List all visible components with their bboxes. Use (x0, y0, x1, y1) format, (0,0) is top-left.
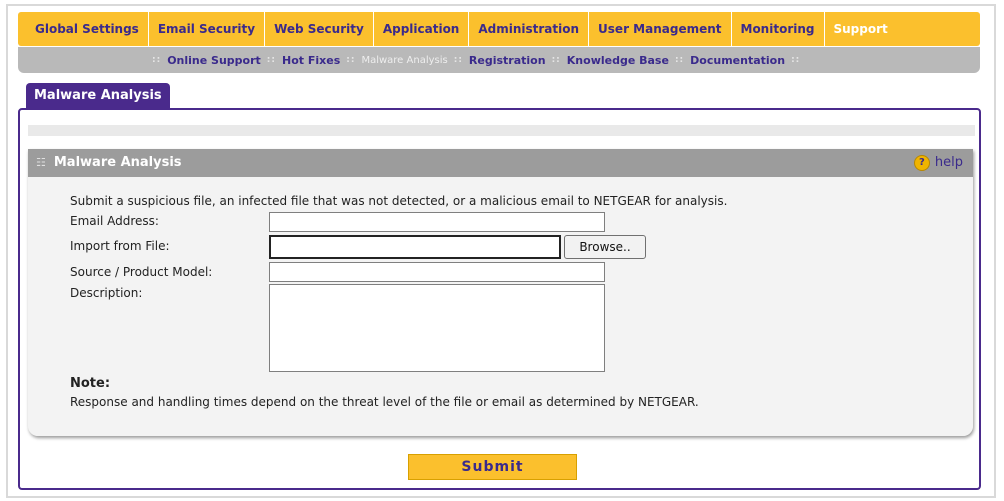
email-address-input[interactable] (269, 212, 605, 232)
nav-user-management[interactable]: User Management (589, 12, 732, 46)
description-textarea[interactable] (269, 284, 605, 372)
panel-header: ☷ Malware Analysis ? help (28, 149, 973, 177)
subnav-separator: :: (346, 55, 356, 65)
subnav-malware-analysis[interactable]: Malware Analysis (361, 55, 447, 66)
submit-button[interactable]: Submit (408, 454, 577, 480)
nav-administration[interactable]: Administration (469, 12, 590, 46)
intro-text: Submit a suspicious file, an infected fi… (70, 194, 728, 208)
source-product-model-input[interactable] (269, 262, 605, 282)
subnav-separator: :: (152, 55, 162, 65)
browse-button[interactable]: Browse.. (564, 235, 646, 259)
grip-icon: ☷ (36, 156, 46, 169)
nav-web-security[interactable]: Web Security (265, 12, 374, 46)
subnav-separator: :: (266, 55, 276, 65)
panel-title: Malware Analysis (53, 155, 182, 170)
description-label: Description: (70, 286, 143, 300)
top-navigation: Global Settings Email Security Web Secur… (18, 12, 980, 46)
email-address-label: Email Address: (70, 214, 159, 228)
sub-navigation: :: Online Support :: Hot Fixes :: Malwar… (18, 47, 980, 73)
nav-application[interactable]: Application (374, 12, 470, 46)
subnav-separator: :: (551, 55, 561, 65)
subnav-hot-fixes[interactable]: Hot Fixes (282, 54, 340, 67)
panel-body: Submit a suspicious file, an infected fi… (28, 177, 973, 436)
subnav-registration[interactable]: Registration (469, 54, 546, 67)
subnav-knowledge-base[interactable]: Knowledge Base (567, 54, 669, 67)
source-product-model-label: Source / Product Model: (70, 265, 213, 279)
subnav-separator: :: (674, 55, 685, 65)
message-strip (28, 125, 975, 136)
note-title: Note: (70, 376, 111, 391)
subnav-separator: :: (791, 55, 801, 65)
help-link[interactable]: ? help (913, 149, 963, 177)
note-text: Response and handling times depend on th… (70, 395, 699, 409)
import-file-input[interactable] (269, 235, 561, 259)
nav-support[interactable]: Support (824, 12, 897, 46)
subnav-separator: :: (453, 55, 463, 65)
import-from-file-label: Import from File: (70, 239, 170, 253)
nav-monitoring[interactable]: Monitoring (732, 12, 825, 46)
page-tab-malware-analysis[interactable]: Malware Analysis (26, 83, 170, 109)
subnav-documentation[interactable]: Documentation (690, 54, 785, 67)
nav-global-settings[interactable]: Global Settings (26, 12, 149, 46)
nav-email-security[interactable]: Email Security (149, 12, 266, 46)
question-circle-icon: ? (913, 154, 930, 171)
malware-analysis-panel: ☷ Malware Analysis ? help Submit a suspici… (28, 149, 973, 436)
subnav-online-support[interactable]: Online Support (167, 54, 261, 67)
help-label: help (934, 155, 963, 170)
